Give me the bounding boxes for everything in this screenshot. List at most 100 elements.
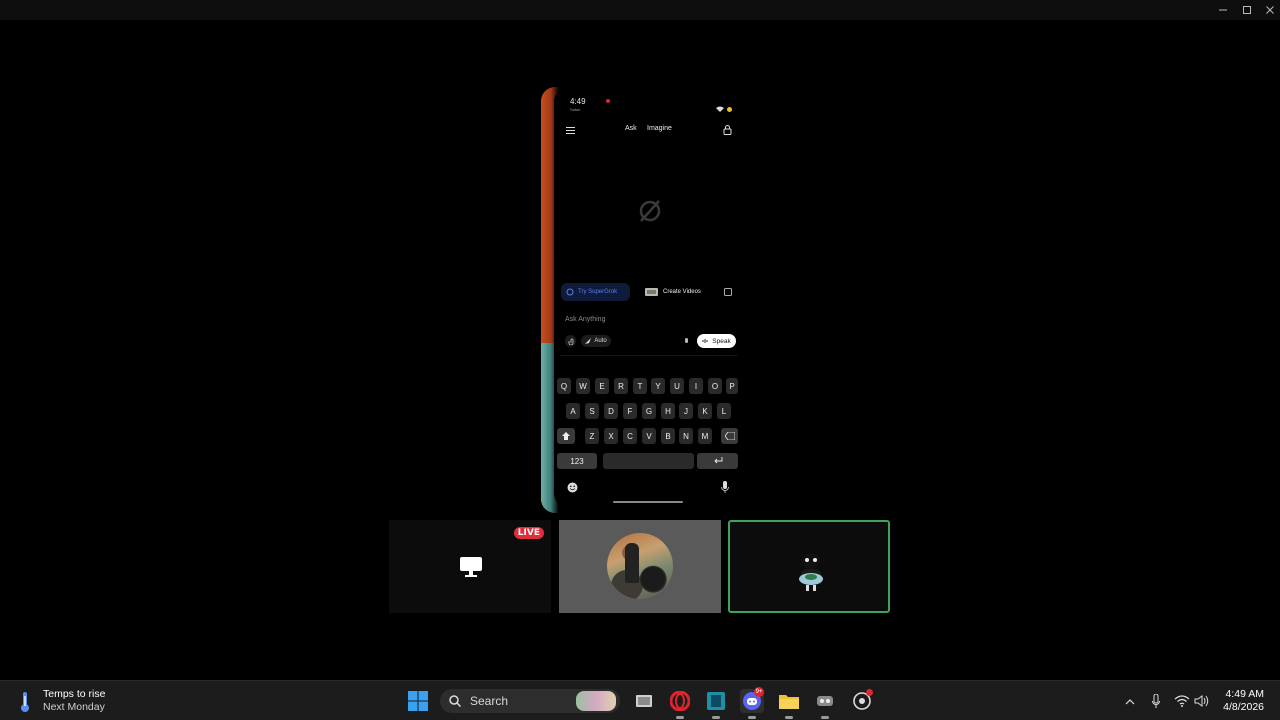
search-icon <box>449 695 461 707</box>
taskbar-app-opera[interactable] <box>668 689 692 719</box>
participant-tile-speaking[interactable] <box>728 520 890 613</box>
key-h[interactable]: H <box>661 403 675 419</box>
create-videos-chip[interactable]: Create Videos <box>640 283 712 301</box>
key-u[interactable]: U <box>670 378 684 394</box>
home-indicator <box>613 501 683 503</box>
try-supergrok-chip[interactable]: Try SuperGrok <box>561 283 630 301</box>
running-indicator <box>676 716 684 719</box>
taskbar-app-editor[interactable] <box>704 689 728 719</box>
key-v[interactable]: V <box>642 428 656 444</box>
more-chip[interactable] <box>722 283 738 301</box>
weather-title[interactable]: Temps to rise <box>43 688 105 700</box>
key-d[interactable]: D <box>604 403 618 419</box>
window-titlebar <box>0 0 1280 20</box>
shift-key[interactable] <box>557 428 575 444</box>
key-f[interactable]: F <box>623 403 637 419</box>
taskbar-app-explorer[interactable] <box>777 689 801 719</box>
maximize-icon[interactable] <box>1240 3 1254 17</box>
space-key[interactable] <box>603 453 694 469</box>
participant-tile-photo[interactable] <box>559 520 721 613</box>
key-z[interactable]: Z <box>585 428 599 444</box>
character-avatar-icon <box>799 553 823 591</box>
clock-date[interactable]: 4/8/2026 <box>1223 701 1264 713</box>
windows-logo-icon <box>408 691 428 711</box>
waveform-icon <box>702 339 708 343</box>
dictation-mic-icon[interactable] <box>721 481 729 493</box>
mode-selector[interactable]: Auto <box>581 335 611 347</box>
thermometer-icon[interactable] <box>16 691 34 713</box>
key-l[interactable]: L <box>717 403 731 419</box>
key-i[interactable]: I <box>689 378 703 394</box>
screen-share-tile[interactable]: LIVE <box>389 520 551 613</box>
return-icon <box>713 457 722 464</box>
rocket-icon <box>585 338 592 344</box>
chevron-up-icon[interactable] <box>1122 693 1138 709</box>
shared-phone-screen: 4:49 Safari Ask Imagine Try SuperGrok Cr… <box>541 87 738 513</box>
tab-imagine[interactable]: Imagine <box>647 125 672 132</box>
supergrok-icon <box>566 288 574 296</box>
start-button[interactable] <box>406 689 430 713</box>
running-indicator <box>748 716 756 719</box>
taskbar-app-game[interactable] <box>813 689 837 719</box>
close-icon[interactable] <box>1263 3 1277 17</box>
phone-display: 4:49 Safari Ask Imagine Try SuperGrok Cr… <box>554 91 738 509</box>
task-view-button[interactable] <box>632 689 656 713</box>
key-n[interactable]: N <box>679 428 693 444</box>
tab-ask[interactable]: Ask <box>625 125 637 132</box>
taskbar-app-obs[interactable] <box>850 689 874 713</box>
paperclip-icon <box>568 338 573 345</box>
key-a[interactable]: A <box>566 403 580 419</box>
menu-icon[interactable] <box>566 127 575 134</box>
key-r[interactable]: R <box>614 378 628 394</box>
attach-button[interactable] <box>565 335 576 347</box>
key-t[interactable]: T <box>633 378 647 394</box>
running-indicator <box>821 716 829 719</box>
task-view-icon <box>636 695 652 707</box>
backspace-key[interactable] <box>721 428 738 444</box>
opera-icon <box>670 691 690 711</box>
key-j[interactable]: J <box>679 403 693 419</box>
key-c[interactable]: C <box>623 428 637 444</box>
mic-icon <box>684 337 688 343</box>
wifi-icon[interactable] <box>1174 693 1190 709</box>
shift-arrow-icon <box>562 432 570 440</box>
clock-time[interactable]: 4:49 AM <box>1225 688 1264 700</box>
microphone-icon[interactable] <box>1148 693 1164 709</box>
taskbar-search[interactable]: Search <box>440 689 620 713</box>
status-icons <box>716 99 732 117</box>
grok-logo-icon <box>639 200 661 222</box>
weather-subtitle[interactable]: Next Monday <box>43 701 105 713</box>
key-p[interactable]: P <box>726 378 738 394</box>
key-w[interactable]: W <box>576 378 590 394</box>
voice-button[interactable] <box>680 335 692 347</box>
game-character-icon <box>817 696 833 706</box>
search-highlight-art <box>576 691 616 711</box>
numbers-key[interactable]: 123 <box>557 453 597 469</box>
key-x[interactable]: X <box>604 428 618 444</box>
backspace-icon <box>724 432 735 440</box>
key-s[interactable]: S <box>585 403 599 419</box>
speak-button[interactable]: Speak <box>697 334 736 348</box>
key-k[interactable]: K <box>698 403 712 419</box>
key-y[interactable]: Y <box>651 378 665 394</box>
search-label: Search <box>470 694 509 708</box>
emoji-icon[interactable] <box>567 482 578 493</box>
volume-icon[interactable] <box>1194 693 1210 709</box>
private-chat-icon[interactable] <box>723 125 732 135</box>
ask-input[interactable]: Ask Anything <box>565 316 605 323</box>
minimize-icon[interactable] <box>1216 3 1230 17</box>
running-indicator <box>785 716 793 719</box>
key-e[interactable]: E <box>595 378 609 394</box>
photo-figure <box>625 543 639 583</box>
key-o[interactable]: O <box>708 378 722 394</box>
key-q[interactable]: Q <box>557 378 571 394</box>
return-key[interactable] <box>697 453 738 469</box>
key-g[interactable]: G <box>642 403 656 419</box>
notification-badge: 9+ <box>754 687 764 697</box>
key-b[interactable]: B <box>661 428 675 444</box>
running-indicator <box>712 716 720 719</box>
taskbar-app-discord[interactable]: 9+ <box>740 687 764 719</box>
recording-dot-icon <box>606 99 610 103</box>
key-m[interactable]: M <box>698 428 712 444</box>
recording-dot-icon <box>866 689 873 696</box>
